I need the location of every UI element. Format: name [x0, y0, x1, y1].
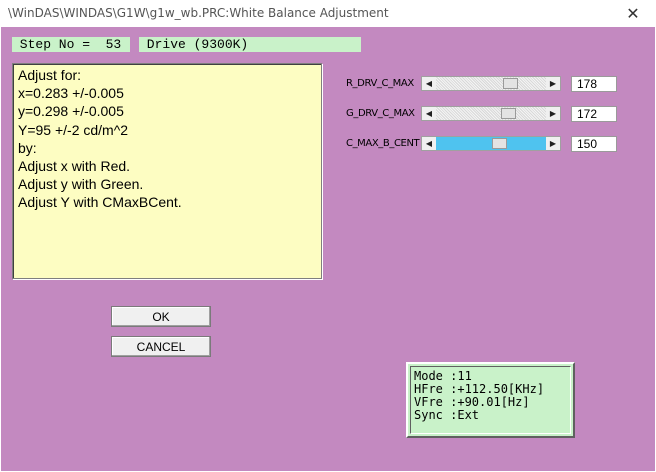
c-max-b-cent-value[interactable]: 150	[571, 136, 617, 152]
instruction-line: by:	[18, 139, 37, 156]
scroll-right-icon[interactable]: ▶	[546, 107, 560, 120]
step-number-box: Step No = 53	[12, 37, 130, 52]
scroll-left-icon[interactable]: ◀	[422, 77, 436, 90]
slider-track[interactable]	[436, 77, 546, 90]
instruction-line: Adjust x with Red.	[18, 158, 131, 175]
slider-thumb[interactable]	[501, 108, 516, 119]
instruction-line: Adjust for:	[18, 67, 82, 83]
window-title: \WinDAS\WINDAS\G1W\g1w_wb.PRC:White Bala…	[8, 6, 389, 20]
r-drv-c-max-value[interactable]: 178	[571, 76, 617, 92]
timing-info-panel: Mode :11 HFre :+112.50[KHz] VFre :+90.01…	[406, 362, 575, 438]
drive-box: Drive (9300K)	[139, 37, 361, 52]
scroll-right-icon[interactable]: ▶	[546, 77, 560, 90]
scroll-right-icon[interactable]: ▶	[546, 137, 560, 150]
slider-thumb[interactable]	[492, 138, 507, 149]
slider-track[interactable]	[436, 107, 546, 120]
slider-thumb[interactable]	[503, 78, 518, 89]
close-icon[interactable]: ✕	[610, 0, 656, 27]
scroll-left-icon[interactable]: ◀	[422, 137, 436, 150]
g-drv-c-max-slider[interactable]: ◀ ▶	[421, 106, 561, 121]
title-bar: \WinDAS\WINDAS\G1W\g1w_wb.PRC:White Bala…	[0, 0, 656, 27]
slider-label-r-drv-c-max: R_DRV_C_MAX	[346, 78, 414, 89]
instruction-line: Adjust y with Green.	[18, 176, 144, 193]
slider-label-c-max-b-cent: C_MAX_B_CENT	[346, 138, 420, 149]
slider-label-g-drv-c-max: G_DRV_C_MAX	[346, 108, 415, 119]
cancel-button[interactable]: CANCEL	[111, 336, 211, 357]
c-max-b-cent-slider[interactable]: ◀ ▶	[421, 136, 561, 151]
r-drv-c-max-slider[interactable]: ◀ ▶	[421, 76, 561, 91]
instruction-line: Y=95 +/-2 cd/m^2	[18, 121, 129, 138]
instruction-line: y=0.298 +/-0.005	[18, 103, 124, 120]
slider-track[interactable]	[436, 137, 546, 150]
instruction-line: x=0.283 +/-0.005	[18, 85, 124, 102]
scroll-left-icon[interactable]: ◀	[422, 107, 436, 120]
info-sync: Sync :Ext	[414, 408, 480, 422]
instruction-line: Adjust Y with CMaxBCent.	[18, 194, 182, 211]
ok-button[interactable]: OK	[111, 306, 211, 327]
dialog-client-area: Step No = 53 Drive (9300K) Adjust for: x…	[1, 27, 655, 471]
instructions-panel: Adjust for: x=0.283 +/-0.005 y=0.298 +/-…	[12, 63, 322, 279]
g-drv-c-max-value[interactable]: 172	[571, 106, 617, 122]
